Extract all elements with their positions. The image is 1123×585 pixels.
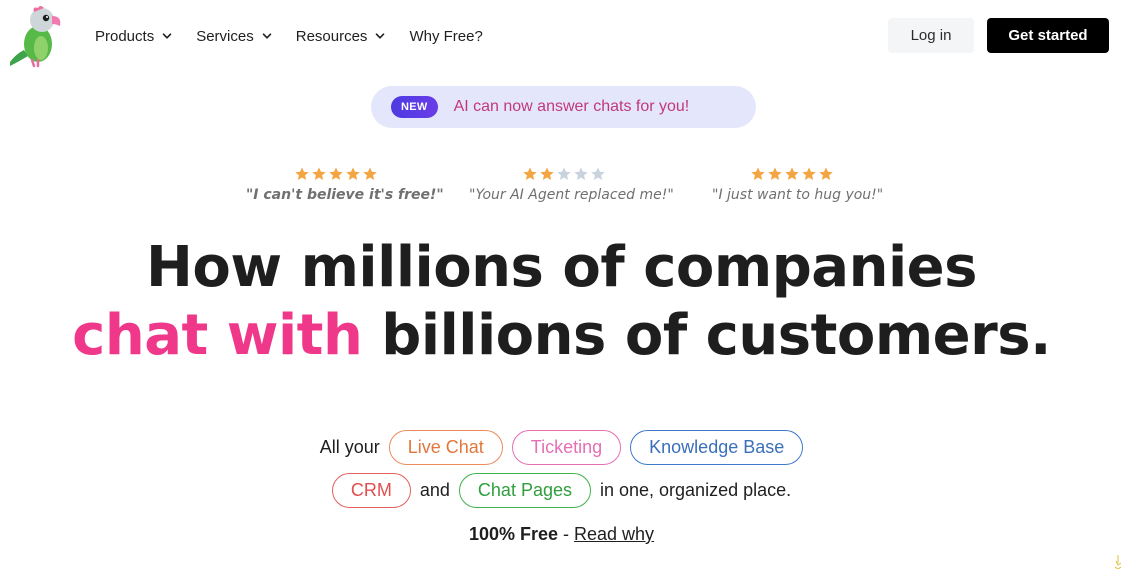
- new-badge: NEW: [391, 96, 438, 118]
- hero-headline: How millions of companies chat with bill…: [0, 234, 1123, 370]
- nav-why-free[interactable]: Why Free?: [409, 24, 482, 48]
- star-filled-icon: [329, 167, 343, 180]
- chevron-down-icon: [376, 33, 385, 39]
- pill-knowledge-base[interactable]: Knowledge Base: [630, 430, 804, 465]
- nav-resources[interactable]: Resources: [296, 24, 386, 48]
- star-filled-icon: [819, 167, 833, 180]
- star-rating: [469, 166, 659, 184]
- nav-services[interactable]: Services: [196, 24, 272, 48]
- free-note: 100% Free - Read why: [0, 524, 1123, 545]
- review-3: "I just want to hug you!": [712, 166, 884, 203]
- star-filled-icon: [785, 167, 799, 180]
- products-row-1: All your Live Chat Ticketing Knowledge B…: [0, 430, 1123, 465]
- review-quote: "Your AI Agent replaced me!": [469, 187, 674, 203]
- free-bold: 100% Free: [468, 524, 558, 544]
- announcement-text: AI can now answer chats for you!: [453, 98, 690, 115]
- nav-why-free-label: Why Free?: [409, 27, 483, 45]
- announcement-banner[interactable]: NEW AI can now answer chats for you!: [371, 86, 756, 128]
- review-quote: "I just want to hug you!": [712, 187, 884, 203]
- nav-resources-label: Resources: [295, 27, 368, 45]
- products-row-2: CRM and Chat Pages in one, organized pla…: [0, 473, 1123, 508]
- star-filled-icon: [768, 167, 782, 180]
- star-rating: [712, 166, 872, 184]
- get-started-button[interactable]: Get started: [987, 18, 1109, 53]
- review-1: "I can't believe it's free!": [246, 166, 444, 203]
- star-empty-icon: [591, 167, 605, 180]
- headline-line-1: How millions of companies: [146, 235, 977, 300]
- pill-live-chat[interactable]: Live Chat: [388, 430, 503, 465]
- star-filled-icon: [346, 167, 360, 180]
- free-separator: -: [558, 524, 574, 544]
- products-prefix: All your: [319, 437, 380, 457]
- star-empty-icon: [574, 167, 588, 180]
- login-button[interactable]: Log in: [888, 18, 974, 53]
- chevron-down-icon: [262, 33, 272, 39]
- star-filled-icon: [363, 167, 377, 180]
- review-2: "Your AI Agent replaced me!": [469, 166, 674, 203]
- site-header: Products Services Resources Why Free? Lo…: [0, 0, 1123, 72]
- star-empty-icon: [557, 167, 571, 180]
- nav-services-label: Services: [196, 27, 254, 45]
- headline-line-2: billions of customers.: [362, 303, 1051, 368]
- chevron-down-icon: [162, 33, 172, 39]
- star-filled-icon: [523, 167, 537, 180]
- nav-products[interactable]: Products: [95, 24, 172, 48]
- star-filled-icon: [540, 167, 554, 180]
- headline-accent: chat with: [72, 303, 363, 368]
- nav-products-label: Products: [95, 27, 155, 45]
- star-filled-icon: [312, 167, 326, 180]
- products-suffix: in one, organized place.: [599, 480, 792, 500]
- read-why-link[interactable]: Read why: [574, 524, 654, 544]
- star-filled-icon: [802, 167, 816, 180]
- star-filled-icon: [295, 167, 309, 180]
- main-nav: Products Services Resources Why Free?: [95, 24, 507, 48]
- parrot-logo-icon[interactable]: [4, 4, 64, 68]
- review-quote: "I can't believe it's free!": [246, 187, 444, 203]
- star-rating: [246, 166, 426, 184]
- star-filled-icon: [751, 167, 765, 180]
- pill-crm[interactable]: CRM: [331, 473, 411, 508]
- pill-ticketing[interactable]: Ticketing: [511, 430, 622, 465]
- cursor-hand-icon: [1114, 555, 1122, 569]
- products-conjunction: and: [419, 480, 450, 500]
- pill-chat-pages[interactable]: Chat Pages: [458, 473, 591, 508]
